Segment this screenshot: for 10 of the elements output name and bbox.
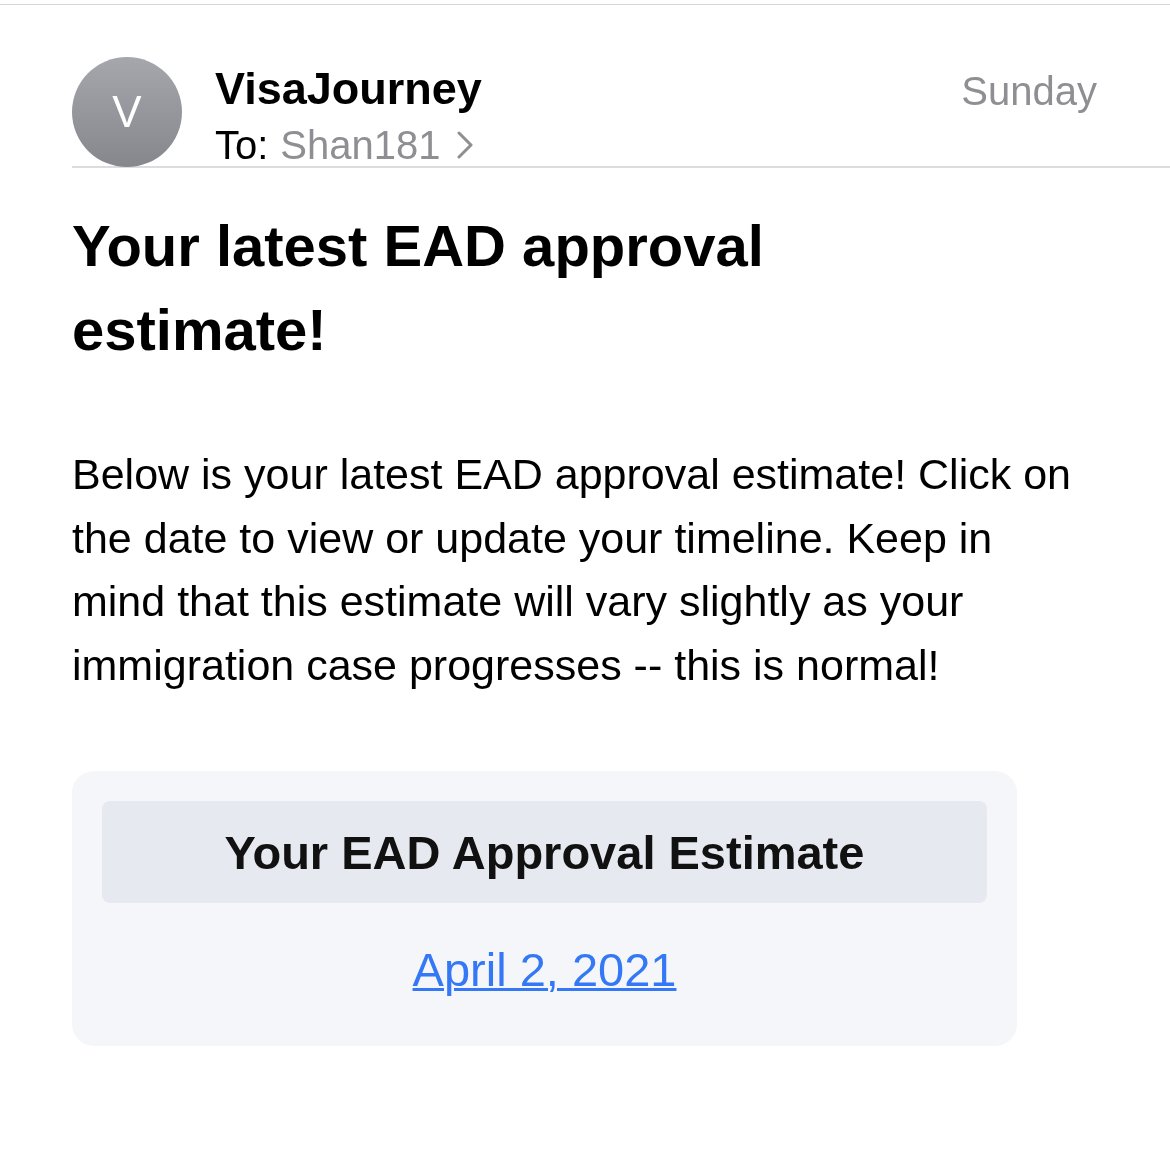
email-subject: Your latest EAD approval estimate! — [72, 212, 765, 364]
date-label: Sunday — [961, 68, 1097, 115]
avatar: V — [72, 57, 182, 167]
chevron-right-icon[interactable] — [456, 131, 473, 159]
sender-name: VisaJourney — [215, 62, 483, 116]
estimate-date-link[interactable]: April 2, 2021 — [412, 943, 677, 996]
recipient-name[interactable]: Shan181 — [280, 117, 441, 173]
estimate-heading: Your EAD Approval Estimate — [102, 801, 987, 903]
email-body-text: Below is your latest EAD approval estimate! Click on the date to view or update your timeline. Keep in mind that this estimate will vary slightly as your immigration case progresses -- this is normal! — [72, 449, 1072, 691]
to-label: To: — [215, 122, 269, 169]
